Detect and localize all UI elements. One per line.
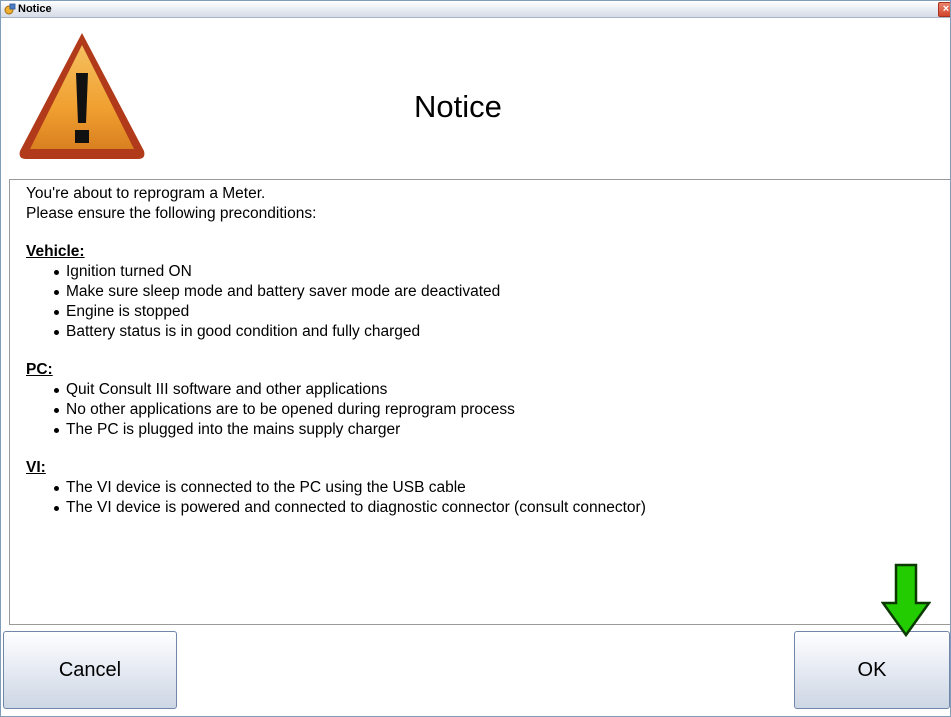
- window-title: Notice: [18, 3, 52, 15]
- cancel-button[interactable]: Cancel: [3, 631, 177, 709]
- vehicle-list: Ignition turned ON Make sure sleep mode …: [26, 262, 646, 342]
- notice-dialog: Notice × Notice You're about to reprogra…: [0, 0, 951, 717]
- list-item: Battery status is in good condition and …: [54, 322, 646, 342]
- section-title-vi: VI:: [26, 459, 46, 476]
- close-icon: ×: [942, 3, 950, 15]
- list-item: Quit Consult III software and other appl…: [54, 380, 646, 400]
- list-item: The VI device is powered and connected t…: [54, 499, 646, 516]
- list-item: Make sure sleep mode and battery saver m…: [54, 282, 646, 302]
- pc-list: Quit Consult III software and other appl…: [26, 380, 646, 440]
- vi-list: The VI device is connected to the PC usi…: [26, 478, 646, 518]
- section-title-vehicle: Vehicle:: [26, 243, 85, 260]
- list-item: The VI device is connected to the PC usi…: [54, 478, 646, 498]
- preconditions-panel: You're about to reprogram a Meter. Pleas…: [9, 179, 950, 625]
- list-item: Engine is stopped: [54, 302, 646, 322]
- list-item: The PC is plugged into the mains supply …: [54, 420, 646, 440]
- preconditions-text: You're about to reprogram a Meter. Pleas…: [26, 184, 646, 518]
- list-item: No other applications are to be opened d…: [54, 400, 646, 420]
- close-button[interactable]: ×: [938, 2, 950, 17]
- intro-line: Please ensure the following precondition…: [26, 205, 317, 222]
- notice-heading: Notice: [414, 89, 502, 124]
- ok-button[interactable]: OK: [794, 631, 950, 709]
- title-bar: Notice ×: [1, 1, 950, 18]
- arrow-down-icon: [881, 563, 931, 637]
- list-item: Ignition turned ON: [54, 262, 646, 282]
- intro-line: You're about to reprogram a Meter.: [26, 185, 266, 202]
- app-icon: [4, 3, 16, 15]
- warning-icon: [19, 33, 145, 159]
- section-title-pc: PC:: [26, 361, 53, 378]
